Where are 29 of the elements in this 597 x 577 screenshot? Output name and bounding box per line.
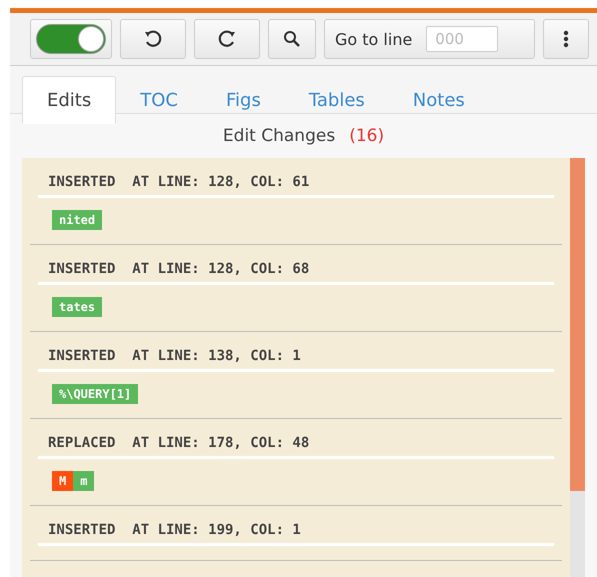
- change-heading: REPLACED AT LINE: 178, COL: 48: [38, 435, 554, 459]
- change-heading: INSERTED AT LINE: 138, COL: 1: [38, 348, 554, 372]
- undo-button[interactable]: [120, 19, 186, 59]
- change-heading: INSERTED AT LINE: 128, COL: 68: [38, 261, 554, 285]
- redo-button[interactable]: [194, 19, 260, 59]
- change-heading: INSERTED AT LINE: 128, COL: 61: [38, 174, 554, 198]
- redo-icon: [218, 30, 236, 48]
- menu-button[interactable]: [543, 19, 589, 59]
- tab[interactable]: Figs: [202, 76, 285, 124]
- search-button[interactable]: [268, 19, 316, 59]
- deleted-text-tag: M: [52, 471, 74, 491]
- inserted-text-tag: nited: [52, 210, 102, 230]
- undo-icon: [144, 30, 162, 48]
- tab[interactable]: Edits: [22, 76, 116, 124]
- inserted-text-tag: tates: [52, 297, 102, 317]
- toggle-switch[interactable]: [30, 19, 112, 59]
- panel-title: Edit Changes: [222, 126, 336, 146]
- tab[interactable]: Notes: [388, 76, 489, 124]
- tab[interactable]: Tables: [284, 76, 389, 124]
- inserted-text-tag: %\QUERY[1]: [52, 384, 138, 404]
- scrollbar[interactable]: [570, 158, 585, 577]
- search-icon: [283, 30, 301, 48]
- tab[interactable]: TOC: [116, 76, 202, 124]
- line-number-field[interactable]: 000: [426, 26, 498, 52]
- change-count: (16): [349, 126, 384, 146]
- inserted-text-tag: m: [73, 471, 94, 491]
- go-to-line-label: Go to line: [335, 30, 412, 48]
- menu-icon: [563, 30, 569, 48]
- change-heading: INSERTED AT LINE: 199, COL: 1: [38, 522, 554, 546]
